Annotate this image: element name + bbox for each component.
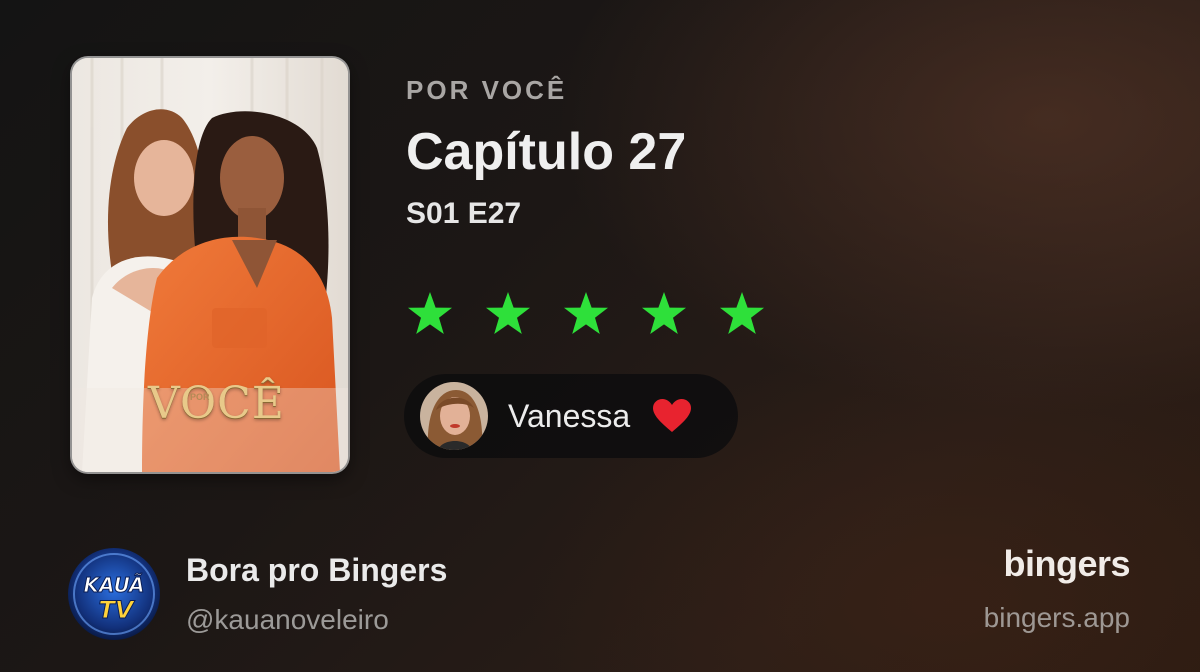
star-rating <box>406 290 766 338</box>
episode-code: S01 E27 <box>406 197 522 230</box>
star-icon <box>408 292 452 334</box>
star-icon <box>642 292 686 334</box>
heart-icon <box>653 399 692 432</box>
bingers-logo[interactable]: bingers <box>1003 542 1130 586</box>
svg-text:KAUÃ: KAUÃ <box>84 573 145 597</box>
poster-title-logo: VOCÊ <box>148 378 285 429</box>
channel-handle[interactable]: @kauanoveleiro <box>186 600 389 640</box>
star-icon <box>564 292 608 334</box>
bingers-url[interactable]: bingers.app <box>984 598 1130 638</box>
reviewer-badge[interactable]: Vanessa <box>404 374 738 458</box>
channel-logo-icon: KAUÃ TV <box>68 548 160 640</box>
episode-info: POR VOCÊ Capítulo 27 S01 E27 <box>406 72 1166 234</box>
reviewer-avatar-image <box>420 382 488 450</box>
channel-name[interactable]: Bora pro Bingers <box>186 550 447 590</box>
star-icon <box>720 292 764 334</box>
poster-image: VOCÊ POR <box>72 58 348 472</box>
svg-text:TV: TV <box>99 596 136 624</box>
reviewer-avatar <box>420 382 488 450</box>
reviewer-name: Vanessa <box>508 397 631 434</box>
show-name[interactable]: POR VOCÊ <box>406 72 1166 108</box>
channel-avatar[interactable]: KAUÃ TV <box>68 548 160 640</box>
star-icon <box>486 292 530 334</box>
poster-title-small: POR <box>190 392 210 402</box>
episode-title[interactable]: Capítulo 27 <box>406 122 1166 182</box>
